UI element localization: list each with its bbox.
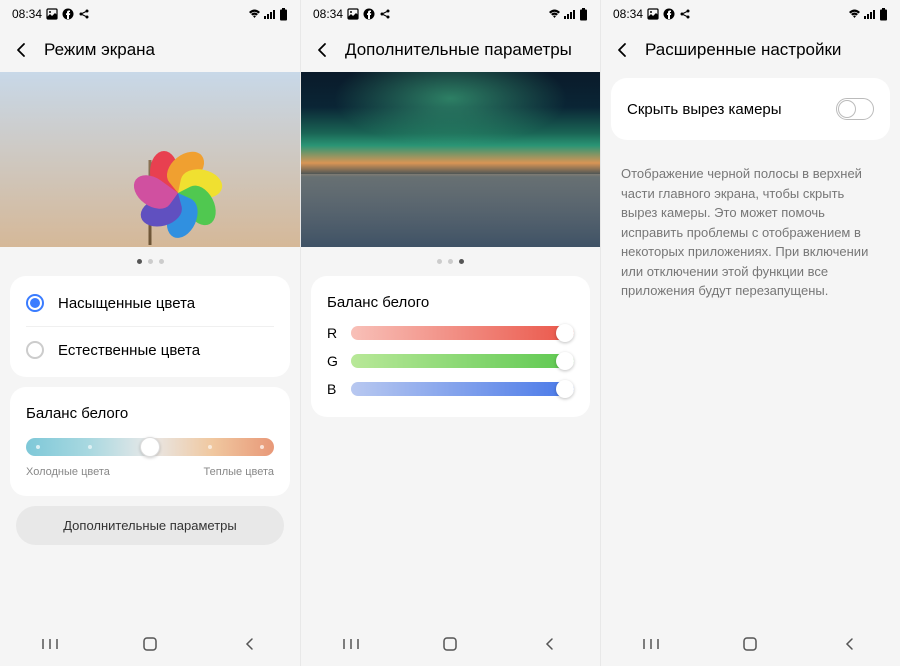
page-title: Дополнительные параметры — [345, 40, 572, 60]
signal-icon — [864, 9, 876, 19]
facebook-icon — [663, 8, 675, 20]
white-balance-card: Баланс белого Холодные цвета Теплые цвет… — [10, 387, 290, 496]
back-button[interactable] — [613, 40, 633, 60]
share-icon — [379, 8, 391, 20]
additional-params-button[interactable]: Дополнительные параметры — [16, 506, 284, 545]
share-icon — [679, 8, 691, 20]
facebook-icon — [363, 8, 375, 20]
status-bar: 08:34 — [0, 0, 300, 28]
nav-bar — [601, 622, 900, 666]
screen-advanced-settings: 08:34 Расширенные настройки Скрыть вырез… — [600, 0, 900, 666]
rgb-balance-card: Баланс белого R G B — [311, 276, 590, 417]
battery-icon — [579, 8, 588, 21]
chevron-left-icon — [13, 41, 31, 59]
signal-icon — [564, 9, 576, 19]
gallery-icon — [347, 8, 359, 20]
facebook-icon — [62, 8, 74, 20]
rgb-label: G — [327, 353, 341, 369]
header: Режим экрана — [0, 28, 300, 72]
slider-thumb[interactable] — [140, 437, 160, 457]
preview-image[interactable] — [0, 72, 300, 247]
nav-back[interactable] — [220, 629, 280, 659]
gallery-icon — [647, 8, 659, 20]
blue-slider[interactable] — [351, 382, 574, 396]
wifi-icon — [548, 9, 561, 19]
toggle-switch[interactable] — [836, 98, 874, 120]
nav-home[interactable] — [720, 629, 780, 659]
rgb-label: B — [327, 381, 341, 397]
nav-home[interactable] — [420, 629, 480, 659]
slider-thumb[interactable] — [556, 324, 574, 342]
wb-warm-label: Теплые цвета — [204, 466, 274, 478]
share-icon — [78, 8, 90, 20]
back-button[interactable] — [313, 40, 333, 60]
status-time: 08:34 — [613, 7, 643, 21]
radio-label: Естественные цвета — [58, 342, 200, 359]
radio-icon — [26, 294, 44, 312]
status-bar: 08:34 — [601, 0, 900, 28]
section-title: Баланс белого — [311, 280, 590, 319]
hide-cutout-card: Скрыть вырез камеры — [611, 78, 890, 140]
screen-display-mode: 08:34 Режим экрана — [0, 0, 300, 666]
color-mode-card: Насыщенные цвета Естественные цвета — [10, 276, 290, 377]
status-time: 08:34 — [12, 7, 42, 21]
header: Расширенные настройки — [601, 28, 900, 72]
screen-additional-params: 08:34 Дополнительные параметры Баланс бе… — [300, 0, 600, 666]
back-button[interactable] — [12, 40, 32, 60]
radio-label: Насыщенные цвета — [58, 295, 195, 312]
rgb-row-blue: B — [311, 375, 590, 403]
wifi-icon — [848, 9, 861, 19]
section-title: Баланс белого — [10, 391, 290, 430]
nav-home[interactable] — [120, 629, 180, 659]
nav-back[interactable] — [520, 629, 580, 659]
nav-recents[interactable] — [321, 629, 381, 659]
nav-bar — [0, 622, 300, 666]
nav-recents[interactable] — [20, 629, 80, 659]
radio-icon — [26, 341, 44, 359]
status-bar: 08:34 — [301, 0, 600, 28]
page-title: Расширенные настройки — [645, 40, 841, 60]
red-slider[interactable] — [351, 326, 574, 340]
slider-thumb[interactable] — [556, 352, 574, 370]
status-time: 08:34 — [313, 7, 343, 21]
rgb-row-green: G — [311, 347, 590, 375]
header: Дополнительные параметры — [301, 28, 600, 72]
wb-cold-label: Холодные цвета — [26, 466, 110, 478]
nav-recents[interactable] — [621, 629, 681, 659]
chevron-left-icon — [314, 41, 332, 59]
slider-thumb[interactable] — [556, 380, 574, 398]
battery-icon — [279, 8, 288, 21]
green-slider[interactable] — [351, 354, 574, 368]
wifi-icon — [248, 9, 261, 19]
nav-bar — [301, 622, 600, 666]
toggle-row[interactable]: Скрыть вырез камеры — [611, 82, 890, 136]
signal-icon — [264, 9, 276, 19]
radio-vivid[interactable]: Насыщенные цвета — [10, 280, 290, 326]
rgb-label: R — [327, 325, 341, 341]
chevron-left-icon — [614, 41, 632, 59]
page-title: Режим экрана — [44, 40, 155, 60]
radio-natural[interactable]: Естественные цвета — [26, 326, 274, 373]
gallery-icon — [46, 8, 58, 20]
battery-icon — [879, 8, 888, 21]
page-indicator — [301, 247, 600, 276]
white-balance-slider[interactable] — [26, 438, 274, 456]
rgb-row-red: R — [311, 319, 590, 347]
preview-image[interactable] — [301, 72, 600, 247]
nav-back[interactable] — [820, 629, 880, 659]
toggle-label: Скрыть вырез камеры — [627, 101, 782, 118]
description-text: Отображение черной полосы в верхней част… — [601, 150, 900, 315]
page-indicator — [0, 247, 300, 276]
